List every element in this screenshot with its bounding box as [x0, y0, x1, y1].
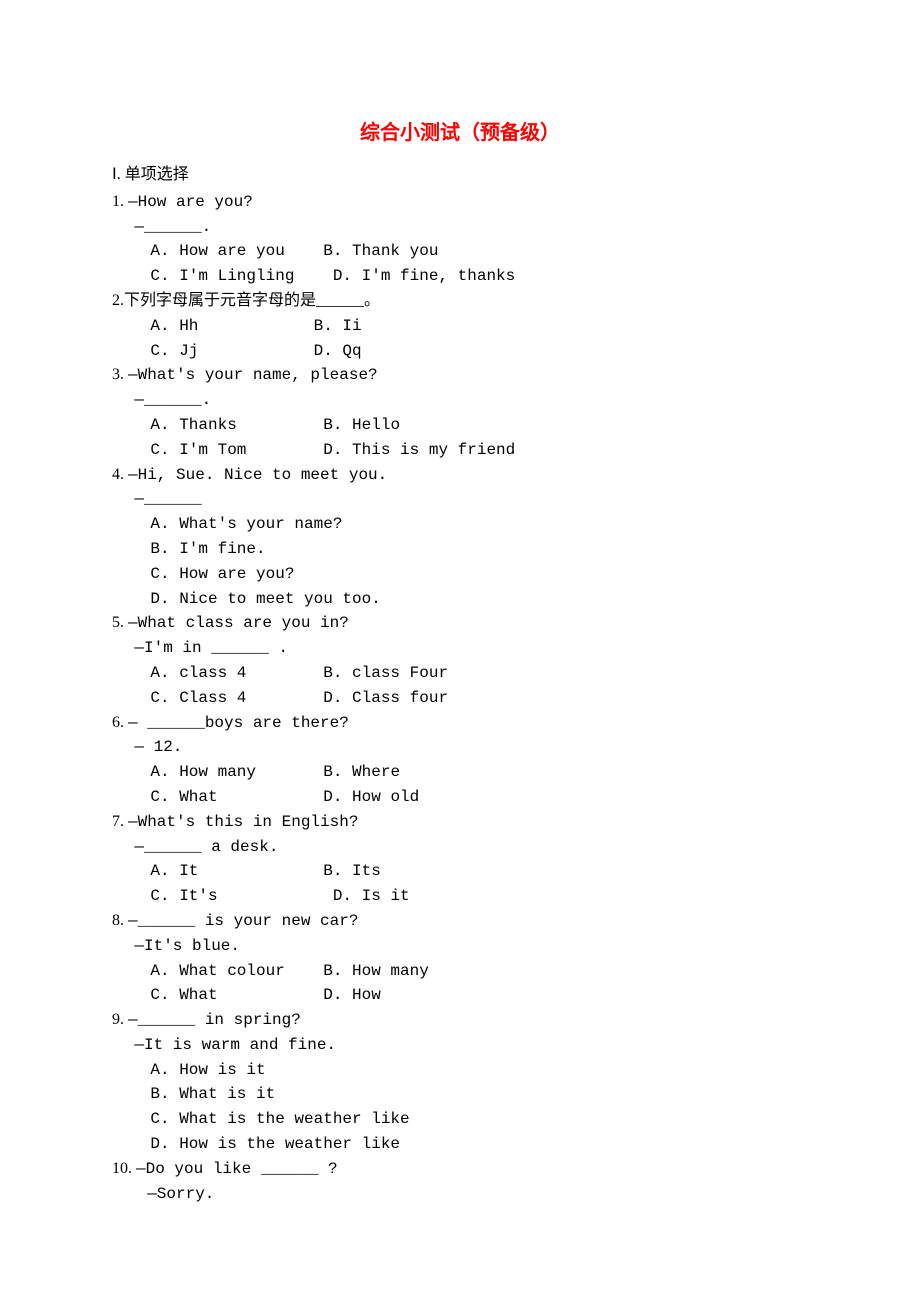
q5-optB: B. class Four [323, 664, 448, 682]
q5-prompt1: —What class are you in? [128, 614, 349, 632]
q9-optD: D. How is the weather like [112, 1132, 808, 1157]
q4-optB: B. I'm fine. [112, 537, 808, 562]
question-6: 6. — ______boys are there? — 12. A. How … [112, 711, 808, 810]
q4-optC: C. How are you? [112, 562, 808, 587]
q8-optA: A. What colour [150, 962, 284, 980]
q3-prompt2: —______. [112, 388, 808, 413]
q9-optB: B. What is it [112, 1082, 808, 1107]
q2-num: 2. [112, 292, 124, 309]
q2-optB: B. Ii [314, 317, 362, 335]
q1-prompt1: —How are you? [128, 193, 253, 211]
question-1: 1. —How are you? —______. A. How are you… [112, 190, 808, 289]
q1-optA: A. How are you [150, 242, 284, 260]
q4-prompt2: —______ [112, 487, 808, 512]
q8-prompt2: —It's blue. [112, 934, 808, 959]
q9-prompt1: —______ in spring? [128, 1011, 301, 1029]
q4-num: 4. [112, 466, 124, 483]
q7-prompt1: —What's this in English? [128, 813, 358, 831]
q7-optB: B. Its [323, 862, 381, 880]
q8-prompt1: —______ is your new car? [128, 912, 358, 930]
q1-prompt2: —______. [112, 215, 808, 240]
q5-optC: C. Class 4 [150, 689, 246, 707]
q2-optC: C. Jj [150, 342, 198, 360]
q8-num: 8. [112, 912, 124, 929]
q3-optA: A. Thanks [150, 416, 236, 434]
q3-optC: C. I'm Tom [150, 441, 246, 459]
q6-optC: C. What [150, 788, 217, 806]
q10-num: 10. [112, 1160, 132, 1177]
q10-prompt2: —Sorry. [112, 1182, 808, 1207]
question-2: 2.下列字母属于元音字母的是______。 A. Hh B. Ii C. Jj … [112, 289, 808, 363]
q6-optD: D. How old [323, 788, 419, 806]
q3-num: 3. [112, 366, 124, 383]
q6-prompt1: — ______boys are there? [128, 714, 349, 732]
question-8: 8. —______ is your new car? —It's blue. … [112, 909, 808, 1008]
q7-prompt2: —______ a desk. [112, 835, 808, 860]
q6-num: 6. [112, 714, 124, 731]
q2-prompt1: 下列字母属于元音字母的是______。 [124, 292, 380, 309]
q3-prompt1: —What's your name, please? [128, 366, 378, 384]
q6-optA: A. How many [150, 763, 256, 781]
question-3: 3. —What's your name, please? —______. A… [112, 363, 808, 462]
q5-prompt2: —I'm in ______ . [112, 636, 808, 661]
q7-optD: D. Is it [333, 887, 410, 905]
q2-optD: D. Qq [314, 342, 362, 360]
q4-optA: A. What's your name? [112, 512, 808, 537]
question-10: 10. —Do you like ______ ? —Sorry. [112, 1157, 808, 1207]
q5-num: 5. [112, 614, 124, 631]
q4-optD: D. Nice to meet you too. [112, 587, 808, 612]
q5-optD: D. Class four [323, 689, 448, 707]
question-5: 5. —What class are you in? —I'm in _____… [112, 611, 808, 710]
q6-prompt2: — 12. [112, 735, 808, 760]
q1-num: 1. [112, 193, 124, 210]
q3-optB: B. Hello [323, 416, 400, 434]
q5-optA: A. class 4 [150, 664, 246, 682]
question-4: 4. —Hi, Sue. Nice to meet you. —______ A… [112, 463, 808, 612]
q10-prompt1: —Do you like ______ ? [136, 1160, 338, 1178]
q1-optC: C. I'm Lingling [150, 267, 294, 285]
question-9: 9. —______ in spring? —It is warm and fi… [112, 1008, 808, 1157]
q4-prompt1: —Hi, Sue. Nice to meet you. [128, 466, 387, 484]
q8-optB: B. How many [323, 962, 429, 980]
q7-num: 7. [112, 813, 124, 830]
q9-prompt2: —It is warm and fine. [112, 1033, 808, 1058]
section-label: Ⅰ. 单项选择 [112, 163, 808, 188]
q1-optD: D. I'm fine, thanks [333, 267, 515, 285]
q7-optA: A. It [150, 862, 198, 880]
q6-optB: B. Where [323, 763, 400, 781]
q9-num: 9. [112, 1011, 124, 1028]
q9-optA: A. How is it [112, 1058, 808, 1083]
q9-optC: C. What is the weather like [112, 1107, 808, 1132]
q7-optC: C. It's [150, 887, 217, 905]
q3-optD: D. This is my friend [323, 441, 515, 459]
page-title: 综合小测试（预备级） [112, 118, 808, 149]
q2-optA: A. Hh [150, 317, 198, 335]
q8-optC: C. What [150, 986, 217, 1004]
question-7: 7. —What's this in English? —______ a de… [112, 810, 808, 909]
q1-optB: B. Thank you [323, 242, 438, 260]
q8-optD: D. How [323, 986, 381, 1004]
